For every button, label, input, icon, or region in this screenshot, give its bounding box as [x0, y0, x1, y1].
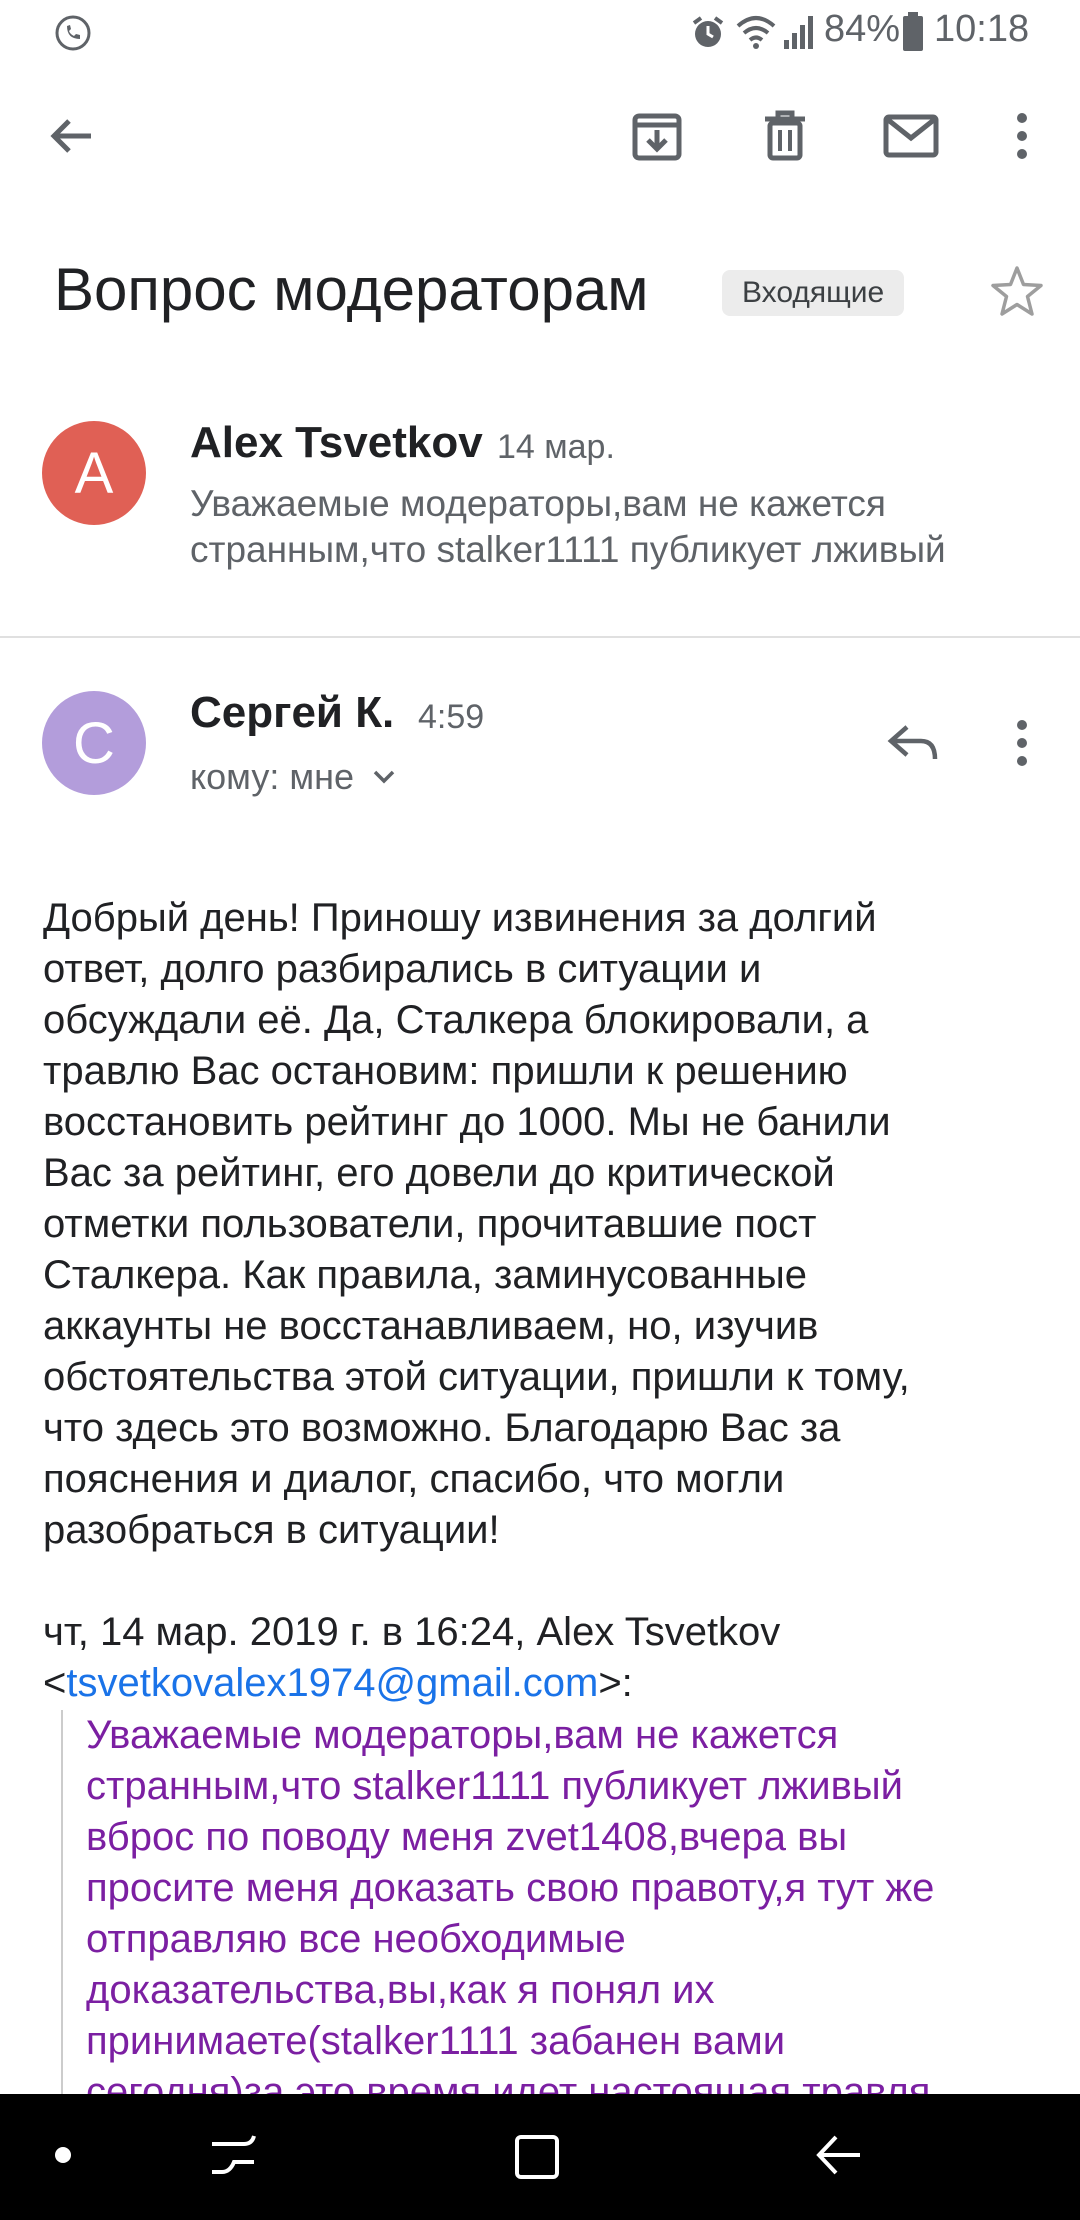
- body-line: отметки пользователи, прочитавшие пост: [43, 1202, 817, 1246]
- body-line: Сталкера. Как правила, заминусованные: [43, 1253, 807, 1297]
- alarm-icon: [692, 16, 724, 47]
- avatar: A: [42, 421, 146, 525]
- home-icon[interactable]: [514, 2134, 560, 2180]
- clock: 10:18: [934, 8, 1030, 50]
- archive-icon: [632, 113, 682, 161]
- chevron-down-icon: [373, 770, 395, 784]
- quoted-line: Уважаемые модераторы,вам не кажется: [86, 1713, 839, 1757]
- reply-icon: [887, 725, 938, 760]
- system-nav-bar: [0, 2094, 1080, 2220]
- delete-icon: [765, 110, 805, 161]
- email-link[interactable]: tsvetkovalex1974@gmail.com: [66, 1661, 598, 1705]
- message-body: Добрый день! Приношу извинения за долгий…: [43, 893, 1043, 1709]
- email-subject: Вопрос модераторам: [54, 256, 649, 323]
- more-vert-icon: [1017, 720, 1027, 766]
- snippet-line: странным,что stalker1111 публикует лживы…: [190, 529, 946, 570]
- signal-icon: [784, 16, 813, 49]
- sender-name: Сергей К.: [190, 688, 395, 737]
- archive-button[interactable]: [612, 91, 702, 181]
- quoted-line: принимаете(stalker1111 забанен вами: [86, 2019, 786, 2063]
- quote-bar: [61, 1710, 63, 2094]
- back-arrow-icon: [50, 119, 91, 153]
- message-more-button[interactable]: [977, 698, 1067, 788]
- more-vert-icon: [1017, 113, 1027, 159]
- star-button[interactable]: [972, 246, 1062, 336]
- mark-unread-icon: [883, 114, 939, 158]
- quoted-line: отправляю все необходимые: [86, 1917, 626, 1961]
- message-time: 4:59: [418, 698, 485, 736]
- body-line: Добрый день! Приношу извинения за долгий: [43, 896, 877, 940]
- body-line: аккаунты не восстанавливаем, но, изучив: [43, 1304, 819, 1348]
- divider: [0, 636, 1080, 638]
- sender-name: Alex Tsvetkov: [190, 418, 483, 467]
- status-bar: 84% 10:18: [0, 0, 1080, 64]
- quote-close-bracket: >:: [598, 1661, 633, 1705]
- battery-percent: 84%: [824, 8, 901, 50]
- body-line: пояснения и диалог, спасибо, что могли: [43, 1457, 785, 1501]
- quoted-line: странным,что stalker1111 публикует лживы…: [86, 1764, 903, 1808]
- body-line: восстановить рейтинг до 1000. Мы не бани…: [43, 1100, 891, 1144]
- recents-icon[interactable]: [208, 2134, 258, 2178]
- star-icon: [991, 266, 1043, 316]
- more-options-button[interactable]: [977, 91, 1067, 181]
- dot-icon[interactable]: [54, 2146, 72, 2164]
- body-line: разобраться в ситуации!: [43, 1508, 500, 1552]
- body-line: обстоятельства этой ситуации, пришли к т…: [43, 1355, 910, 1399]
- body-line: обсуждали её. Да, Сталкера блокировали, …: [43, 998, 869, 1042]
- body-line: что здесь это возможно. Благодарю Вас за: [43, 1406, 841, 1450]
- phone-call-icon: [55, 15, 91, 51]
- quoted-line: сегодня)за это время идет настоящая трав…: [86, 2070, 931, 2094]
- quoted-line: доказательства,вы,как я понял их: [86, 1968, 715, 2012]
- snippet-line: Уважаемые модераторы,вам не кажется: [190, 483, 886, 524]
- delete-button[interactable]: [740, 91, 830, 181]
- body-line: Вас за рейтинг, его довели до критическо…: [43, 1151, 835, 1195]
- body-line: ответ, долго разбирались в ситуации и: [43, 947, 762, 991]
- collapsed-message[interactable]: A Alex Tsvetkov 14 мар. Уважаемые модера…: [0, 400, 1080, 636]
- battery-icon: [903, 12, 923, 51]
- quote-header: чт, 14 мар. 2019 г. в 16:24, Alex Tsvetk…: [43, 1610, 781, 1654]
- quoted-line: просите меня доказать свою правоту,я тут…: [86, 1866, 935, 1910]
- back-button[interactable]: [26, 91, 116, 181]
- avatar: С: [42, 691, 146, 795]
- recipient-details-toggle[interactable]: кому: мне: [190, 756, 396, 798]
- inbox-label-chip[interactable]: Входящие: [722, 270, 905, 316]
- quoted-line: вброс по поводу меня zvet1408,вчера вы: [86, 1815, 848, 1859]
- reply-button[interactable]: [868, 698, 958, 788]
- message-snippet: Уважаемые модераторы,вам не кажется стра…: [190, 481, 1080, 573]
- mark-unread-button[interactable]: [866, 91, 956, 181]
- quote-header-email-line: <tsvetkovalex1974@gmail.com>:: [43, 1658, 1043, 1709]
- quoted-message: Уважаемые модераторы,вам не кажется стра…: [86, 1710, 1046, 2094]
- back-icon[interactable]: [816, 2134, 862, 2180]
- recipient-text: кому: мне: [190, 756, 354, 797]
- wifi-icon: [736, 16, 776, 49]
- body-line: травлю Вас остановим: пришли к решению: [43, 1049, 848, 1093]
- message-date: 14 мар.: [497, 428, 615, 466]
- quote-open-bracket: <: [43, 1661, 67, 1705]
